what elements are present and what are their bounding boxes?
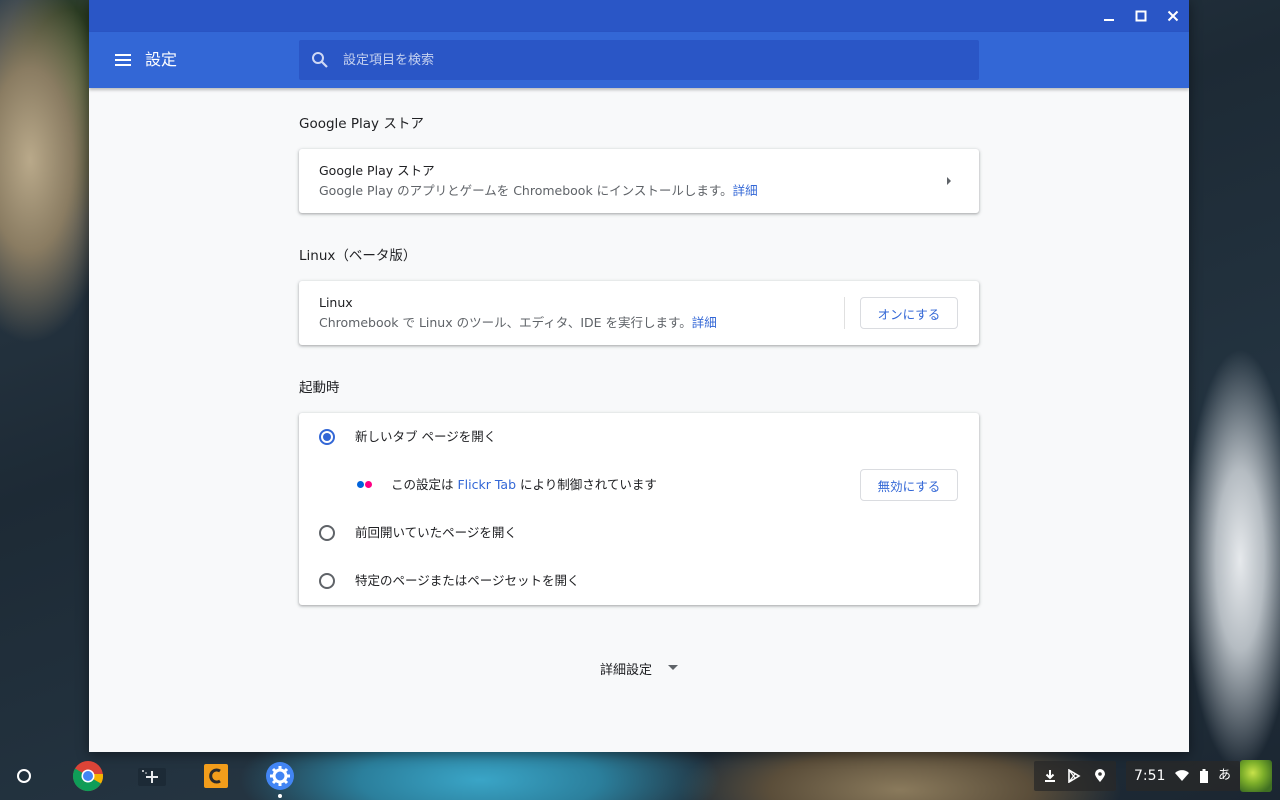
play-store-title: Google Play ストア bbox=[319, 163, 435, 178]
radio-button-checked[interactable] bbox=[319, 429, 335, 445]
add-app[interactable] bbox=[136, 760, 168, 792]
play-store-desc-text: Google Play のアプリとゲームを Chromebook にインストール… bbox=[319, 183, 733, 198]
settings-app[interactable] bbox=[264, 760, 296, 798]
wifi-status bbox=[1174, 768, 1190, 784]
startup-section-title: 起動時 bbox=[299, 380, 340, 396]
search-box[interactable] bbox=[299, 40, 979, 80]
extension-control-row: この設定は Flickr Tab により制御されています 無効にする bbox=[299, 461, 979, 509]
status-tray-system[interactable]: 7:51 あ bbox=[1126, 761, 1240, 791]
linux-card: Linux Chromebook で Linux のツール、エディタ、IDE を… bbox=[299, 281, 979, 345]
flickr-tab-link[interactable]: Flickr Tab bbox=[457, 477, 516, 492]
hamburger-menu-icon bbox=[115, 54, 131, 66]
launcher-icon bbox=[17, 769, 31, 783]
linux-desc-text: Chromebook で Linux のツール、エディタ、IDE を実行します。 bbox=[319, 315, 692, 330]
location-pin-icon bbox=[1095, 769, 1105, 782]
chevron-right-icon[interactable] bbox=[945, 176, 953, 186]
battery-status bbox=[1196, 768, 1212, 784]
play-section-title: Google Play ストア bbox=[299, 116, 424, 132]
chrome-app[interactable] bbox=[72, 760, 104, 792]
avatar[interactable] bbox=[1240, 760, 1272, 792]
minimize-icon bbox=[1104, 19, 1114, 21]
chrome-icon bbox=[72, 761, 104, 792]
ime-indicator: あ bbox=[1218, 768, 1232, 783]
wifi-icon bbox=[1175, 770, 1189, 781]
linux-turn-on-button[interactable]: オンにする bbox=[860, 297, 958, 329]
running-indicator bbox=[278, 794, 282, 798]
linux-learn-more-link[interactable]: 詳細 bbox=[692, 315, 717, 330]
startup-card: 新しいタブ ページを開く この設定は Flickr Tab により制御されていま… bbox=[299, 413, 979, 605]
caret-down-icon bbox=[668, 665, 678, 670]
startup-option-label: 前回開いていたページを開く bbox=[355, 525, 517, 540]
play-store-description: Google Play のアプリとゲームを Chromebook にインストール… bbox=[319, 183, 758, 199]
main-menu-button[interactable] bbox=[109, 48, 137, 72]
startup-option-specific-pages[interactable]: 特定のページまたはページセットを開く bbox=[299, 557, 979, 605]
radio-button[interactable] bbox=[319, 573, 335, 589]
play-store-icon bbox=[1068, 769, 1081, 783]
search-input[interactable] bbox=[343, 40, 963, 80]
search-icon bbox=[312, 52, 328, 68]
download-icon bbox=[1045, 770, 1055, 782]
settings-app-icon bbox=[266, 762, 294, 790]
linux-description: Chromebook で Linux のツール、エディタ、IDE を実行します。… bbox=[319, 315, 717, 331]
extension-prefix: この設定は bbox=[391, 477, 458, 492]
launcher-button[interactable] bbox=[8, 760, 40, 792]
startup-option-label: 特定のページまたはページセットを開く bbox=[355, 573, 580, 588]
play-store-card[interactable]: Google Play ストア Google Play のアプリとゲームを Ch… bbox=[299, 149, 979, 213]
window-titlebar bbox=[89, 0, 1189, 32]
startup-option-label: 新しいタブ ページを開く bbox=[355, 429, 497, 444]
linux-section-title: Linux（ベータ版） bbox=[299, 248, 417, 264]
startup-option-new-tab[interactable]: 新しいタブ ページを開く bbox=[299, 413, 979, 461]
maximize-button[interactable] bbox=[1125, 0, 1157, 32]
extension-control-text: この設定は Flickr Tab により制御されています bbox=[391, 477, 657, 493]
maximize-icon bbox=[1135, 10, 1147, 22]
location-status[interactable] bbox=[1092, 768, 1108, 784]
settings-window: 設定 Google Play ストア Google Play ストア Googl… bbox=[89, 0, 1189, 752]
play-store-status[interactable] bbox=[1066, 768, 1082, 784]
shelf: 7:51 あ bbox=[0, 752, 1280, 800]
settings-toolbar: 設定 bbox=[89, 32, 1189, 88]
linux-title: Linux bbox=[319, 295, 353, 310]
c-app-icon bbox=[204, 764, 228, 788]
minimize-button[interactable] bbox=[1093, 0, 1125, 32]
c-app[interactable] bbox=[200, 760, 232, 792]
startup-option-continue[interactable]: 前回開いていたページを開く bbox=[299, 509, 979, 557]
advanced-settings-label: 詳細設定 bbox=[599, 662, 652, 678]
close-button[interactable] bbox=[1157, 0, 1189, 32]
add-app-icon bbox=[138, 768, 166, 786]
download-status[interactable] bbox=[1042, 768, 1058, 784]
battery-icon bbox=[1200, 769, 1208, 783]
radio-button[interactable] bbox=[319, 525, 335, 541]
extension-suffix: により制御されています bbox=[516, 477, 657, 492]
flickr-extension-icon bbox=[357, 481, 375, 489]
clock: 7:51 bbox=[1134, 768, 1166, 784]
close-icon bbox=[1167, 10, 1179, 22]
status-tray-notifications[interactable] bbox=[1034, 761, 1116, 791]
disable-extension-button[interactable]: 無効にする bbox=[860, 469, 958, 501]
play-store-learn-more-link[interactable]: 詳細 bbox=[733, 183, 758, 198]
page-title: 設定 bbox=[145, 50, 178, 69]
divider bbox=[844, 297, 845, 329]
advanced-settings-toggle[interactable]: 詳細設定 bbox=[299, 656, 979, 680]
